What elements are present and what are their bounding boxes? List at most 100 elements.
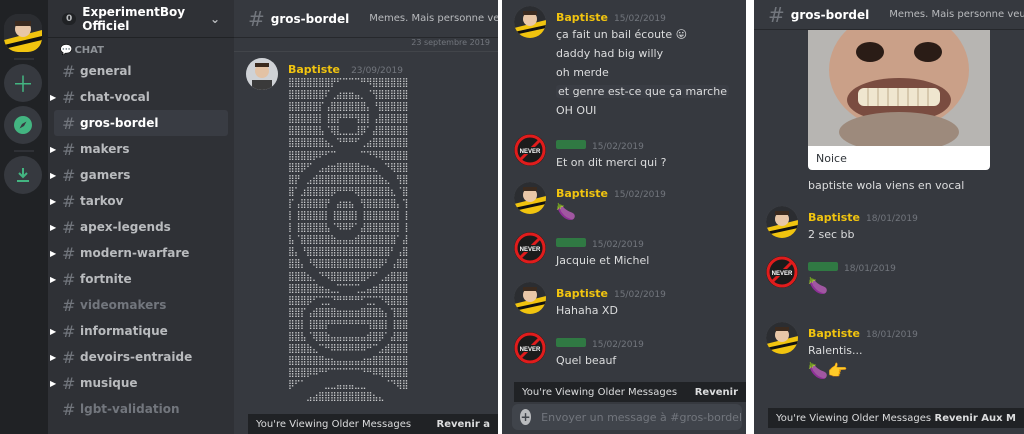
jump-to-present-button[interactable]: Revenir Aux M xyxy=(935,413,1016,424)
message-timestamp: 15/02/2019 xyxy=(592,240,644,250)
add-server-icon[interactable]: ＋ xyxy=(4,64,42,102)
message-author[interactable]: Baptiste xyxy=(556,187,608,200)
avatar[interactable]: NEVER xyxy=(766,256,798,288)
message-input-placeholder: Envoyer un message à #gros-bordel xyxy=(541,410,742,424)
expand-arrow-icon[interactable]: ▶ xyxy=(50,379,56,388)
avatar[interactable]: NEVER xyxy=(514,134,546,166)
channel-item[interactable]: ▶ # makers xyxy=(48,136,234,162)
meme-image[interactable] xyxy=(808,30,990,146)
message-author[interactable]: Baptiste xyxy=(808,327,860,340)
channel-item[interactable]: # videomakers xyxy=(48,292,234,318)
redacted-username[interactable] xyxy=(556,338,586,347)
avatar-image xyxy=(4,14,42,52)
channel-item[interactable]: ▶ # modern-warfare xyxy=(48,240,234,266)
channel-item[interactable]: ▶ # chat-vocal xyxy=(48,84,234,110)
message-text: 2 sec bb xyxy=(808,228,855,241)
older-messages-bar[interactable]: You're Viewing Older Messages Revenir xyxy=(514,382,746,402)
expand-arrow-icon[interactable]: ▶ xyxy=(50,353,56,362)
older-messages-label: You're Viewing Older Messages xyxy=(522,386,678,398)
expand-arrow-icon[interactable]: ▶ xyxy=(50,249,56,258)
channel-item[interactable]: ▶ # gamers xyxy=(48,162,234,188)
message: Baptiste 15/02/2019 🍆 xyxy=(502,182,746,223)
message-header: Baptiste 15/02/2019 xyxy=(556,182,746,201)
expand-arrow-icon[interactable]: ▶ xyxy=(50,197,56,206)
redacted-username[interactable] xyxy=(556,140,586,149)
jump-to-present-button[interactable]: Revenir xyxy=(695,387,738,398)
channel-item[interactable]: # general xyxy=(48,58,234,84)
ascii-line: ⣿⡄⠘⣿⣿⣿⣿⣿⣿⣿⣿⣿⣿⣿⣿⣿⣿⠃⢠⣿ xyxy=(288,247,408,258)
channel-topic[interactable]: Memes. Mais personne veut chang xyxy=(889,9,1024,20)
discord-window-left: ＋ 0 ExperimentBoy Officiel ⌄ 💬 CHAT # gen… xyxy=(0,0,498,434)
older-messages-bar[interactable]: You're Viewing Older Messages Revenir Au… xyxy=(768,408,1024,428)
channel-name: videomakers xyxy=(80,298,167,312)
jump-to-present-button[interactable]: Revenir a xyxy=(437,419,491,430)
channel-item[interactable]: ▶ # musique xyxy=(48,370,234,396)
avatar[interactable] xyxy=(514,6,546,38)
message-author[interactable]: Baptiste xyxy=(556,287,608,300)
hash-icon: # xyxy=(62,373,76,393)
redacted-username[interactable] xyxy=(808,262,838,271)
channel-topic[interactable]: Memes. Mais personne veut ch xyxy=(369,13,498,24)
expand-arrow-icon[interactable]: ▶ xyxy=(50,223,56,232)
expand-arrow-icon[interactable]: ▶ xyxy=(50,145,56,154)
avatar[interactable]: NEVER xyxy=(514,332,546,364)
channel-name: apex-legends xyxy=(80,220,171,234)
older-messages-label: You're Viewing Older Messages xyxy=(256,418,412,430)
ascii-line: ⣿⣿⣿⣿⣿⣧⠈⢿⣇⣀⣀⣸⡿⠁⣼⣿⣿⣿⣿⣿ xyxy=(288,126,408,137)
chevron-down-icon[interactable]: ⌄ xyxy=(210,12,220,26)
hash-icon: # xyxy=(62,347,76,367)
message-author[interactable]: Baptiste xyxy=(556,11,608,24)
channel-item[interactable]: ▶ # tarkov xyxy=(48,188,234,214)
avatar[interactable] xyxy=(246,58,278,90)
message: NEVER 15/02/2019 Et on dit merci qui ? xyxy=(502,134,746,172)
channel-item[interactable]: # gros-bordel xyxy=(54,110,228,136)
message-timestamp: 15/02/2019 xyxy=(613,190,666,200)
message-author[interactable]: Baptiste xyxy=(288,63,340,76)
server-avatar[interactable] xyxy=(4,14,42,52)
channel-item[interactable]: ▶ # fortnite xyxy=(48,266,234,292)
ascii-line: ⡏⢠⣿⣿⣿⣿⡟⠀⣴⣶⣦⠀⢻⣿⣿⣿⣿⣿⡄⢹ xyxy=(288,198,408,209)
server-name: ExperimentBoy Officiel xyxy=(82,4,186,33)
ascii-line: ⡿⠋⠁⠀⠀⠀⣀⣀⣤⣤⣤⣀⣀⠀⠀⠀⠈⠙⢿⣿ xyxy=(288,380,408,391)
explore-compass-icon[interactable] xyxy=(4,106,42,144)
download-icon[interactable] xyxy=(4,156,42,194)
ascii-line: ⡇⢸⣿⣿⣿⣿⡇⢸⣿⣿⣿⡇⢸⣿⣿⣿⣿⣿⡇⢸ xyxy=(288,211,408,222)
expand-arrow-icon[interactable]: ▶ xyxy=(50,327,56,336)
channel-name: makers xyxy=(80,142,130,156)
message-input[interactable]: + Envoyer un message à #gros-bordel xyxy=(512,404,742,430)
avatar[interactable] xyxy=(514,182,546,214)
hash-icon: # xyxy=(62,165,76,185)
channel-item[interactable]: ▶ # apex-legends xyxy=(48,214,234,240)
expand-arrow-icon[interactable]: ▶ xyxy=(50,93,56,102)
server-header[interactable]: 0 ExperimentBoy Officiel ⌄ xyxy=(48,0,234,38)
message-header: 15/02/2019 xyxy=(556,332,746,351)
avatar[interactable] xyxy=(766,206,798,238)
category-chat[interactable]: 💬 CHAT xyxy=(60,45,234,56)
avatar[interactable]: NEVER xyxy=(514,232,546,264)
chat-bubble-icon: 💬 xyxy=(60,45,73,56)
avatar[interactable] xyxy=(514,282,546,314)
message-author[interactable]: Baptiste xyxy=(808,211,860,224)
message-header: 15/02/2019 xyxy=(556,134,746,153)
hash-icon: # xyxy=(248,6,265,31)
channel-item[interactable]: # lgbt-validation xyxy=(48,396,234,422)
hash-icon: # xyxy=(62,61,76,81)
channel-name: informatique xyxy=(80,324,168,338)
expand-arrow-icon[interactable]: ▶ xyxy=(50,171,56,180)
channel-item[interactable]: ▶ # informatique xyxy=(48,318,234,344)
avatar[interactable] xyxy=(766,322,798,354)
message-text: Hahaha XD xyxy=(556,304,618,317)
message-timestamp: 15/02/2019 xyxy=(613,290,666,300)
ascii-line: ⣿⣿⣿⡿⠋⢉⣉⠙⠛⠛⠛⠛⠋⣉⡉⠙⢿⣿⣿⣿ xyxy=(288,295,408,306)
ascii-line: ⣿⣿⡿⠋⠀⣠⣴⣶⣿⣿⣿⣿⣶⣦⣄⠀⠙⢿⣿⣿ xyxy=(288,162,408,173)
redacted-username[interactable] xyxy=(556,238,586,247)
channel-item[interactable]: ▶ # devoirs-entraide xyxy=(48,344,234,370)
message-text: 🍆 xyxy=(556,202,576,221)
older-messages-bar[interactable]: You're Viewing Older Messages Revenir a xyxy=(248,414,498,434)
message-text: daddy had big willy xyxy=(556,47,664,60)
ascii-line: ⣿⣿⣿⣿⣿⣿⣶⣦⣤⣤⣤⣤⣴⣶⣿⣿⣿⣿⣿⣿ xyxy=(288,356,408,367)
upload-plus-icon[interactable]: + xyxy=(520,409,532,425)
message-timestamp: 18/01/2019 xyxy=(865,330,918,340)
expand-arrow-icon[interactable]: ▶ xyxy=(50,275,56,284)
message: Baptiste 18/01/2019 Ralentis... 🍆👉 xyxy=(754,322,1024,382)
